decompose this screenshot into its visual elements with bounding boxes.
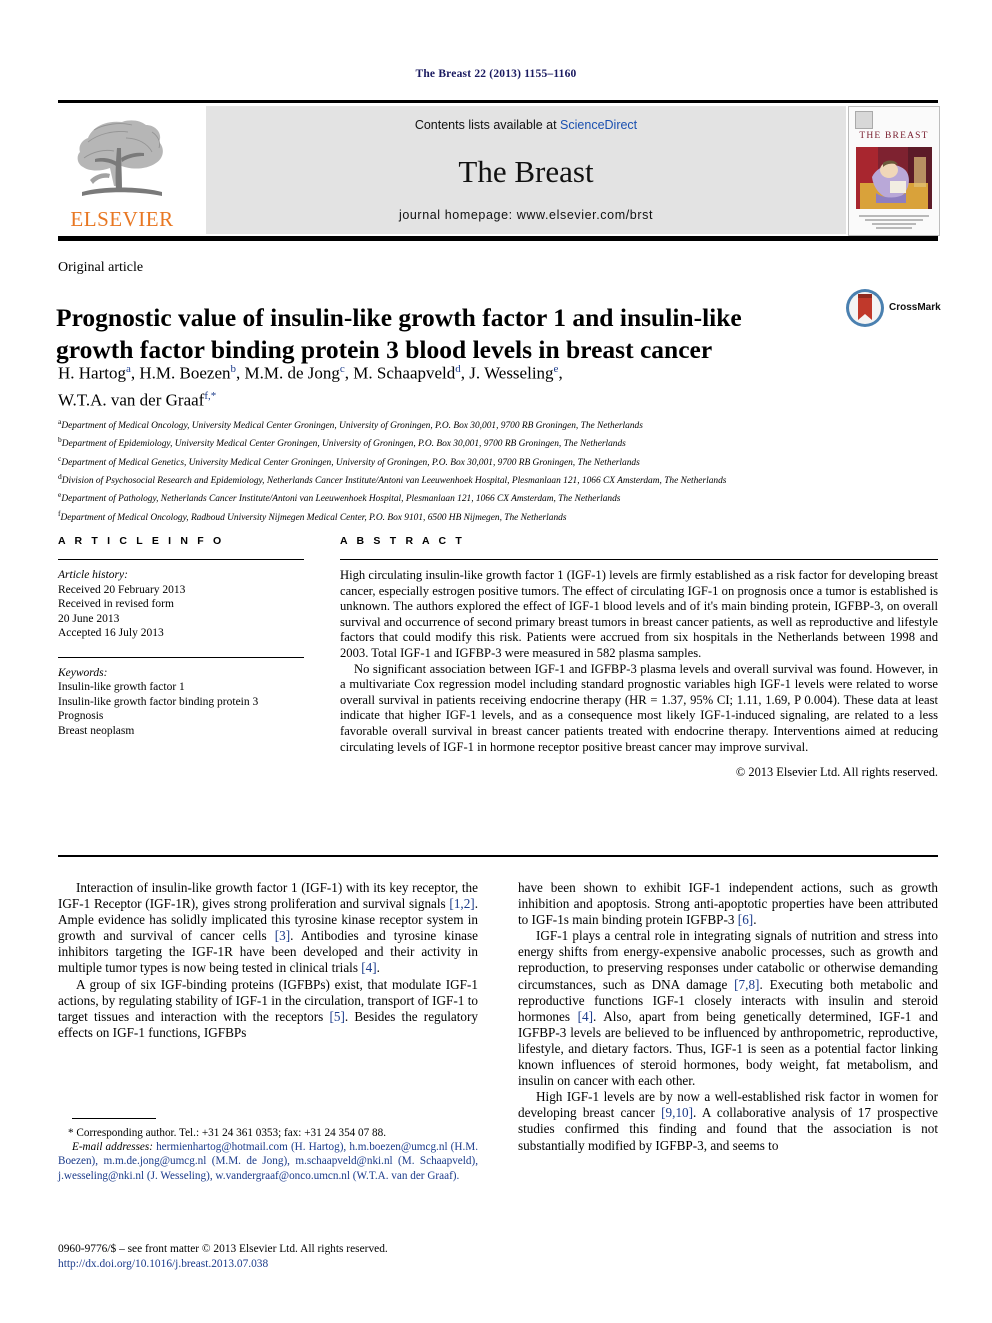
elsevier-logo: ELSEVIER [58,106,186,234]
affiliation-item: bDepartment of Epidemiology, University … [58,435,626,450]
abstract-paragraph: No significant association between IGF-1… [340,661,938,754]
affiliation-item: aDepartment of Medical Oncology, Univers… [58,417,643,432]
citation-ref[interactable]: [3] [275,928,290,943]
body-paragraph: A group of six IGF-binding proteins (IGF… [58,976,478,1040]
author-affil-marker: c [339,363,345,375]
footnote-block: * Corresponding author. Tel.: +31 24 361… [58,1126,478,1183]
author-affil-marker: e [553,363,559,375]
citation-ref[interactable]: [4] [361,960,376,975]
citation-ref[interactable]: [5] [329,1009,344,1024]
keywords-label: Keywords: [58,666,108,679]
article-history-label: Article history: [58,569,128,581]
article-history-item: Accepted 16 July 2013 [58,627,164,639]
citation-ref[interactable]: [9,10] [661,1105,693,1120]
page-title: Prognostic value of insulin-like growth … [56,303,742,365]
keywords-rule [58,656,304,658]
body-column-right: have been shown to exhibit IGF-1 indepen… [518,880,938,1154]
email-addresses-note: E-mail addresses: hermienhartog@hotmail.… [58,1140,478,1183]
crossmark-label: CrossMark [889,302,941,313]
article-info-heading: A R T I C L E I N F O [58,535,225,547]
body-paragraph: High IGF-1 levels are by now a well-esta… [518,1089,938,1153]
cover-elsevier-mark-icon [855,111,873,129]
contents-available-line: Contents lists available at ScienceDirec… [206,118,846,132]
journal-homepage-link[interactable]: journal homepage: www.elsevier.com/brst [206,208,846,222]
contents-prefix: Contents lists available at [414,118,561,132]
abstract-column: A B S T R A C T High circulating insulin… [340,535,938,780]
journal-title: The Breast [458,154,594,189]
article-history-item: 20 June 2013 [58,612,120,625]
cover-artwork [856,147,932,209]
masthead-bottom-rule [58,236,938,241]
author-affil-marker: a [125,363,131,375]
email-label: E-mail addresses: [72,1141,153,1154]
citation-ref[interactable]: [1,2] [449,896,474,911]
article-info-rule [58,559,304,560]
article-history-item: Received in revised form [58,598,174,610]
corresponding-author-note: * Corresponding author. Tel.: +31 24 361… [68,1127,387,1139]
keyword-item: Insulin-like growth factor 1 [58,681,185,693]
article-history-item: Received 20 February 2013 [58,583,186,596]
abstract-paragraph: High circulating insulin-like growth fac… [340,568,938,660]
doi-link[interactable]: http://dx.doi.org/10.1016/j.breast.2013.… [58,1257,518,1272]
affiliation-item: cDepartment of Medical Genetics, Univers… [58,453,640,468]
abstract-heading: A B S T R A C T [340,535,465,547]
affiliation-item: fDepartment of Medical Oncology, Radboud… [58,508,567,523]
journal-masthead: ELSEVIER Contents lists available at Sci… [58,100,940,242]
abstract-rule [340,559,938,560]
citation-ref[interactable]: [6] [738,912,753,927]
abstract-copyright: © 2013 Elsevier Ltd. All rights reserved… [735,765,938,780]
sciencedirect-link[interactable]: ScienceDirect [560,118,637,132]
masthead-top-rule [58,100,938,103]
citation-ref[interactable]: [4] [578,1009,593,1024]
footnote-separator-rule [72,1118,156,1119]
crossmark-icon [846,289,884,327]
elsevier-tree-icon [77,120,163,196]
citation-ref[interactable]: [7,8] [734,977,759,992]
affiliation-item: dDivision of Psychosocial Research and E… [58,471,727,487]
cover-caption-lines [855,213,933,231]
cover-journal-title: THE BREAST [859,131,929,141]
running-head: The Breast 22 (2013) 1155–1160 [415,68,577,80]
body-separator-rule [58,855,938,857]
author-affil-marker: f,* [204,389,217,402]
affiliation-item: eDepartment of Pathology, Netherlands Ca… [58,490,621,505]
elsevier-wordmark: ELSEVIER [70,207,174,231]
cover-artwork-illustration [856,147,932,209]
journal-cover-thumbnail: THE BREAST [848,106,940,236]
body-paragraph: have been shown to exhibit IGF-1 indepen… [518,880,938,928]
keyword-item: Prognosis [58,710,104,722]
body-column-left: Interaction of insulin-like growth facto… [58,880,478,1041]
author-affil-marker: b [230,363,237,375]
crossmark-badge[interactable]: CrossMark [845,288,945,330]
article-type: Original article [58,260,144,275]
body-paragraph: IGF-1 plays a central role in integratin… [518,928,939,1089]
keyword-item: Insulin-like growth factor binding prote… [58,695,259,708]
issn-copyright-line: 0960-9776/$ – see front matter © 2013 El… [58,1243,388,1255]
contents-panel: Contents lists available at ScienceDirec… [206,106,846,234]
journal-article-page: The Breast 22 (2013) 1155–1160 ELSEVIER … [0,0,992,1323]
body-paragraph: Interaction of insulin-like growth facto… [58,880,479,976]
author-list: H. Hartoga, H.M. Boezenb, M.M. de Jongc,… [58,363,563,410]
imprint-block: 0960-9776/$ – see front matter © 2013 El… [58,1242,518,1271]
author-affil-marker: d [455,363,461,375]
article-info-column: A R T I C L E I N F O Article history: R… [58,535,304,738]
affiliation-list: aDepartment of Medical Oncology, Univers… [58,415,938,525]
keyword-item: Breast neoplasm [58,724,135,737]
